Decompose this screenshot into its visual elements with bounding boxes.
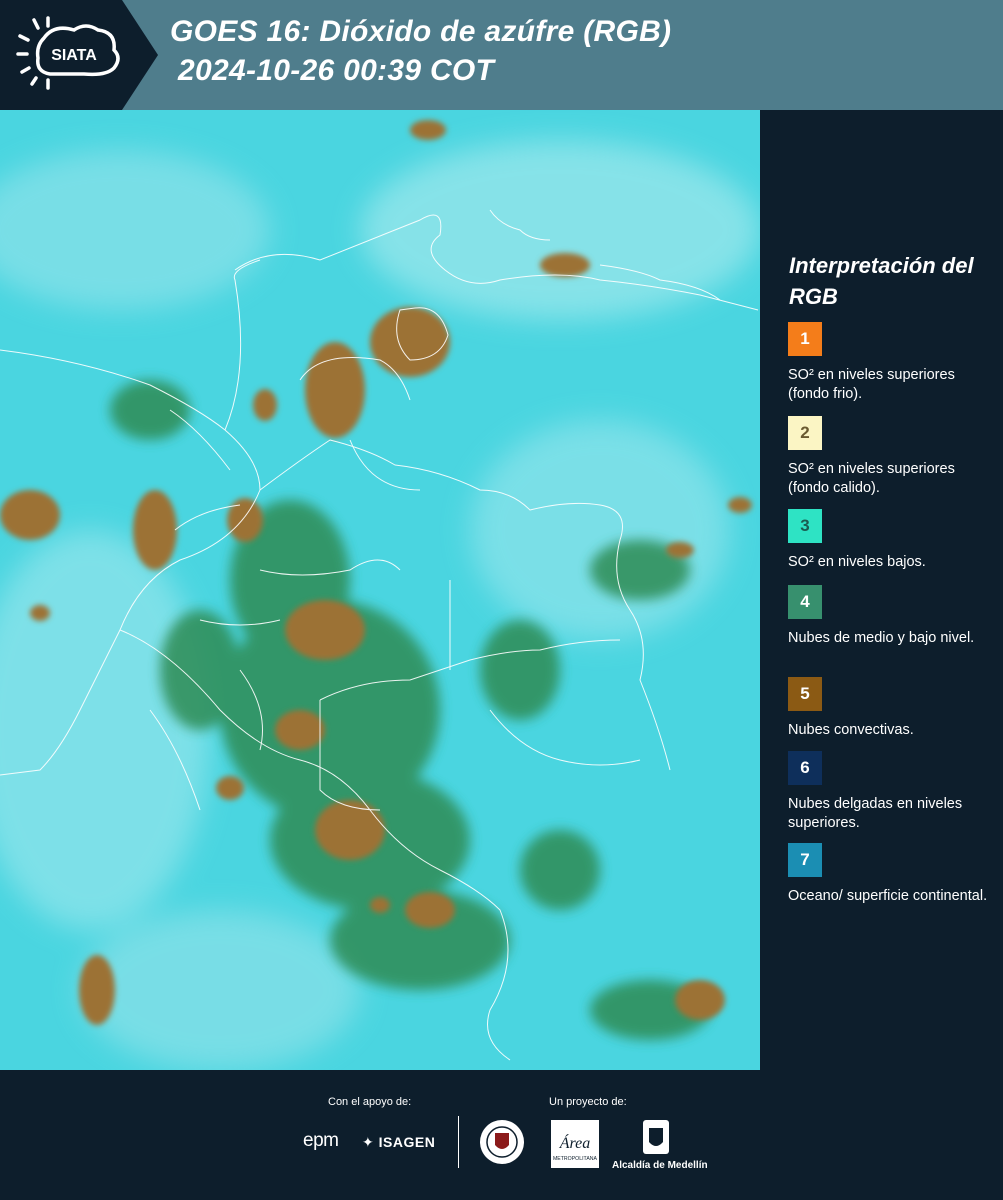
- legend-item-7: 7 Oceano/ superficie continental.: [788, 843, 988, 906]
- header: SIATA GOES 16: Dióxido de azúfre (RGB) 2…: [0, 0, 1003, 110]
- legend-swatch-4: 4: [788, 585, 822, 619]
- legend-label-7: Oceano/ superficie continental.: [788, 888, 988, 904]
- satellite-image: [0, 110, 760, 1070]
- isagen-logo: ✦ ISAGEN: [362, 1134, 435, 1151]
- legend-swatch-7: 7: [788, 843, 822, 877]
- legend-swatch-6: 6: [788, 751, 822, 785]
- legend-item-4: 4 Nubes de medio y bajo nivel.: [788, 585, 988, 648]
- legend-label-3: SO² en niveles bajos.: [788, 554, 926, 570]
- satellite-map: [0, 110, 760, 1070]
- support-label: Con el apoyo de:: [328, 1096, 412, 1108]
- legend-swatch-1: 1: [788, 322, 822, 356]
- area-logo-subtext: METROPOLITANA: [553, 1156, 598, 1162]
- siata-logo: SIATA: [16, 16, 120, 90]
- legend-item-6: 6 Nubes delgadas en niveles superiores.: [788, 751, 988, 833]
- area-logo-text: Área: [559, 1133, 591, 1152]
- legend-item-2: 2 SO² en niveles superiores (fondo calid…: [788, 416, 988, 518]
- legend-item-3: 3 SO² en niveles bajos.: [788, 509, 988, 572]
- legend-swatch-2: 2: [788, 416, 822, 450]
- footer-divider: [458, 1116, 459, 1168]
- legend-swatch-5: 5: [788, 677, 822, 711]
- alcaldia-label: Alcaldía de Medellín: [612, 1160, 708, 1171]
- page-title: GOES 16: Dióxido de azúfre (RGB): [170, 15, 672, 48]
- footer: Con el apoyo de: Un proyecto de: epm ✦ I…: [0, 1070, 1003, 1200]
- epm-logo: epm: [303, 1130, 339, 1151]
- alcaldia-shield-icon: [643, 1120, 669, 1154]
- legend-label-6: Nubes delgadas en niveles superiores.: [788, 796, 963, 831]
- legend-item-1: 1 SO² en niveles superiores (fondo frio)…: [788, 322, 988, 404]
- page-timestamp: 2024-10-26 00:39 COT: [178, 54, 495, 87]
- isagen-label: ISAGEN: [378, 1134, 436, 1150]
- area-metropolitana-logo: Área METROPOLITANA: [551, 1120, 599, 1168]
- logo-block: SIATA: [0, 0, 158, 110]
- legend-label-4: Nubes de medio y bajo nivel.: [788, 630, 975, 646]
- project-label: Un proyecto de:: [549, 1096, 627, 1108]
- legend-panel: Interpretación del RGB 1 SO² en niveles …: [760, 110, 1003, 1070]
- medellin-seal-icon: [480, 1120, 524, 1164]
- isagen-icon: ✦: [362, 1134, 375, 1150]
- legend-swatch-3: 3: [788, 509, 822, 543]
- legend-label-5: Nubes convectivas.: [788, 722, 914, 738]
- legend-item-5: 5 Nubes convectivas.: [788, 677, 988, 740]
- logo-text: SIATA: [51, 47, 97, 64]
- legend-label-1: SO² en niveles superiores (fondo frio).: [788, 367, 955, 402]
- legend-title: Interpretación del RGB: [789, 253, 974, 309]
